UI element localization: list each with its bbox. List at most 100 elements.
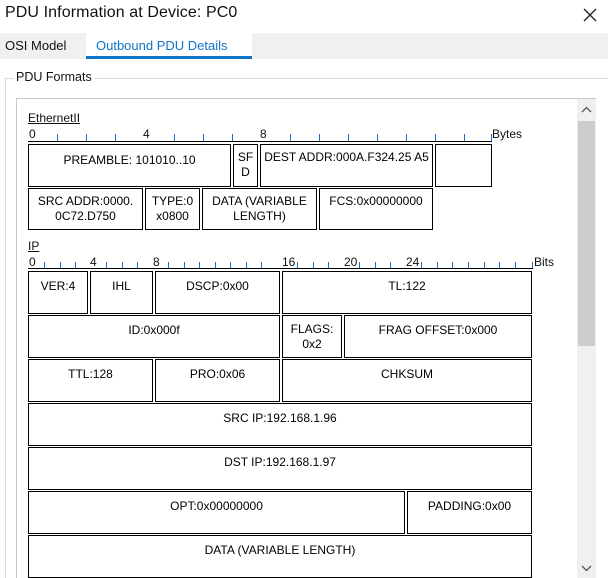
sfd-text: SF D — [237, 150, 254, 179]
ruler-tick — [44, 262, 45, 268]
ethernet-type-field[interactable]: TYPE:0 x0800 — [145, 188, 200, 230]
ethernet-tick-8: 8 — [260, 127, 267, 141]
ruler-tick — [57, 134, 58, 141]
ruler-tick — [184, 262, 185, 268]
ethernet-dest-addr-continuation — [435, 144, 492, 187]
opt-text: OPT:0x00000000 — [170, 499, 263, 513]
ruler-tick — [203, 134, 204, 141]
scroll-down-arrow-icon — [581, 565, 592, 571]
ethernet-ruler-unit: Bytes — [492, 127, 523, 141]
id-text: ID:0x000f — [128, 323, 180, 337]
ruler-tick — [499, 262, 500, 268]
dest-addr-text: DEST ADDR:000A.F324.25 A5 — [264, 150, 429, 164]
ethernet-src-addr-field[interactable]: SRC ADDR:0000. 0C72.D750 — [28, 188, 143, 230]
ruler-tick — [421, 262, 422, 268]
ruler-tick — [115, 134, 116, 141]
ruler-tick — [532, 262, 533, 268]
ruler-tick — [328, 262, 329, 268]
ip-dst-ip-field[interactable]: DST IP:192.168.1.97 — [28, 447, 532, 490]
ip-dscp-field[interactable]: DSCP:0x00 — [155, 271, 280, 314]
pro-text: PRO:0x06 — [189, 367, 246, 381]
ruler-tick — [406, 134, 407, 141]
ip-tick-16: 16 — [282, 255, 296, 269]
ruler-tick — [122, 262, 123, 268]
ip-data-field[interactable]: DATA (VARIABLE LENGTH) — [28, 535, 532, 578]
ip-section-label: IP — [28, 239, 40, 253]
ruler-tick — [359, 262, 360, 268]
close-button[interactable] — [572, 0, 608, 30]
ethernet-preamble-field[interactable]: PREAMBLE: 101010..10 — [28, 144, 231, 187]
ruler-tick — [452, 262, 453, 268]
window-title: PDU Information at Device: PC0 — [5, 4, 238, 21]
tl-text: TL:122 — [388, 279, 426, 293]
tab-outbound-pdu-details[interactable]: Outbound PDU Details — [86, 33, 252, 59]
ethernet-data-text: DATA (VARIABLE LENGTH) — [212, 194, 307, 223]
ruler-tick — [313, 262, 314, 268]
vertical-scrollbar[interactable] — [577, 99, 596, 578]
ruler-tick — [290, 134, 291, 141]
ip-tl-field[interactable]: TL:122 — [282, 271, 532, 314]
ip-tick-20: 20 — [344, 255, 358, 269]
ruler-tick — [484, 262, 485, 268]
ip-flags-field[interactable]: FLAGS: 0x2 — [282, 315, 342, 358]
ruler-tick — [515, 262, 516, 268]
ruler-tick — [261, 262, 262, 268]
ruler-tick — [215, 262, 216, 268]
ip-ruler-line — [28, 268, 533, 269]
ip-ttl-field[interactable]: TTL:128 — [28, 359, 153, 402]
tab-osi-model[interactable]: OSI Model — [5, 33, 66, 59]
ip-tick-8: 8 — [153, 255, 160, 269]
scroll-thumb[interactable] — [578, 121, 595, 346]
ruler-tick — [390, 262, 391, 268]
ip-tick-0: 0 — [29, 255, 36, 269]
src-ip-text: SRC IP:192.168.1.96 — [223, 411, 337, 425]
dst-ip-text: DST IP:192.168.1.97 — [224, 455, 336, 469]
ethernet-tick-4: 4 — [143, 127, 150, 141]
frag-offset-text: FRAG OFFSET:0x000 — [378, 323, 498, 337]
ip-frag-offset-field[interactable]: FRAG OFFSET:0x000 — [344, 315, 532, 358]
pdu-formats-label: PDU Formats — [14, 70, 94, 84]
scroll-down-button[interactable] — [577, 558, 596, 578]
ttl-text: TTL:128 — [68, 367, 113, 381]
src-addr-text: SRC ADDR:0000. 0C72.D750 — [37, 194, 134, 223]
ruler-tick — [168, 262, 169, 268]
ip-padding-field[interactable]: PADDING:0x00 — [407, 491, 532, 534]
ip-pro-field[interactable]: PRO:0x06 — [155, 359, 280, 402]
ip-chksum-field[interactable]: CHKSUM — [282, 359, 532, 402]
ethernet-dest-addr-field[interactable]: DEST ADDR:000A.F324.25 A5 — [260, 144, 433, 187]
padding-text: PADDING:0x00 — [427, 499, 512, 513]
ethernet-section-label: EthernetII — [28, 111, 81, 125]
ip-ver-field[interactable]: VER:4 — [28, 271, 88, 314]
ruler-tick — [199, 262, 200, 268]
ip-id-field[interactable]: ID:0x000f — [28, 315, 280, 358]
chksum-text: CHKSUM — [380, 367, 433, 381]
ethernet-sfd-field[interactable]: SF D — [233, 144, 258, 187]
ip-opt-field[interactable]: OPT:0x00000000 — [28, 491, 405, 534]
ip-ruler-unit: Bits — [534, 255, 555, 269]
ip-data-text: DATA (VARIABLE LENGTH) — [204, 543, 356, 557]
ip-ihl-field[interactable]: IHL — [90, 271, 153, 314]
ruler-tick — [464, 134, 465, 141]
ruler-tick — [375, 262, 376, 268]
ruler-tick — [377, 134, 378, 141]
scroll-up-button[interactable] — [577, 99, 596, 119]
dscp-text: DSCP:0x00 — [186, 279, 249, 293]
ruler-tick — [297, 262, 298, 268]
ip-src-ip-field[interactable]: SRC IP:192.168.1.96 — [28, 403, 532, 446]
close-icon — [583, 8, 597, 22]
type-text: TYPE:0 x0800 — [151, 194, 194, 223]
ihl-text: IHL — [112, 279, 131, 293]
ip-tick-4: 4 — [90, 255, 97, 269]
ruler-tick — [174, 134, 175, 141]
preamble-text: PREAMBLE: 101010..10 — [63, 153, 196, 167]
fcs-text: FCS:0x00000000 — [329, 194, 423, 208]
scroll-up-arrow-icon — [581, 106, 592, 112]
ethernet-fcs-field[interactable]: FCS:0x00000000 — [319, 188, 433, 230]
flags-text: FLAGS: 0x2 — [290, 322, 334, 351]
ethernet-data-field[interactable]: DATA (VARIABLE LENGTH) — [202, 188, 317, 230]
ruler-tick — [319, 134, 320, 141]
ruler-tick — [106, 262, 107, 268]
ip-tick-24: 24 — [406, 255, 420, 269]
ethernet-tick-0: 0 — [29, 127, 36, 141]
ruler-tick — [232, 134, 233, 141]
